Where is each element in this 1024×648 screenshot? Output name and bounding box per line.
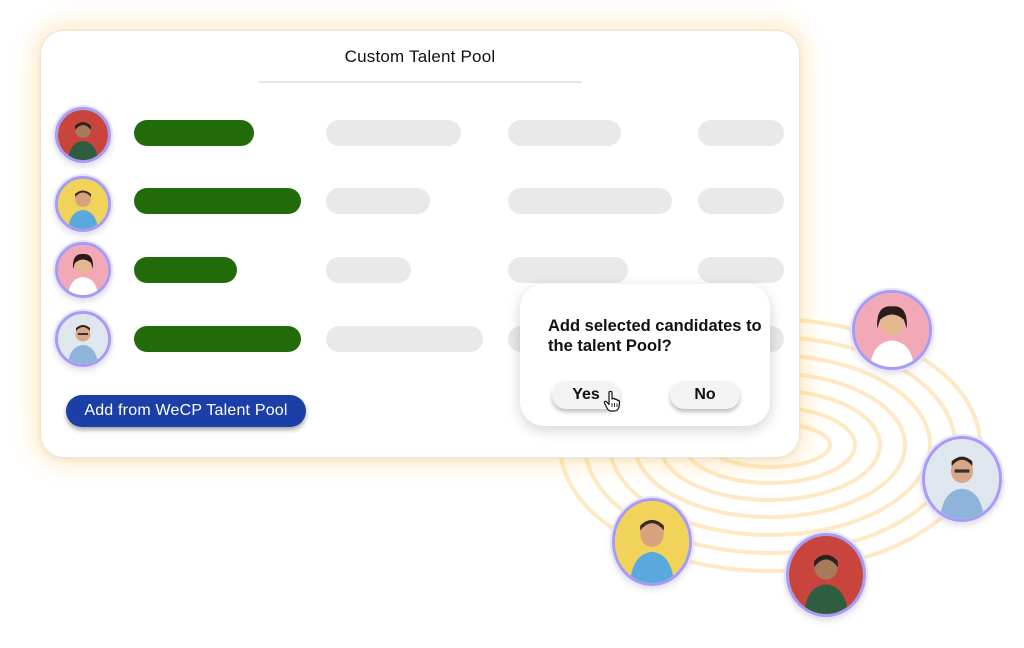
candidate-name-bar-1: [134, 120, 254, 146]
hand-pointer-icon: [603, 390, 621, 412]
card-title: Custom Talent Pool: [344, 47, 496, 66]
candidate-avatar-4[interactable]: [55, 311, 111, 367]
candidate-name-bar-3: [134, 257, 237, 283]
candidate-avatar-3[interactable]: [55, 242, 111, 298]
placeholder-bar: [326, 326, 483, 352]
candidate-avatar-2[interactable]: [55, 176, 111, 232]
placeholder-bar: [326, 120, 461, 146]
confirm-dialog: Add selected candidates to the talent Po…: [520, 284, 770, 426]
floating-avatar-man-red[interactable]: [786, 533, 866, 617]
title-divider: [259, 81, 582, 83]
add-from-talent-pool-button[interactable]: Add from WeCP Talent Pool: [66, 395, 306, 427]
placeholder-bar: [326, 257, 411, 283]
floating-avatar-man-tablet[interactable]: [922, 436, 1002, 522]
floating-avatar-man-yellow[interactable]: [612, 498, 692, 586]
dialog-question: Add selected candidates to the talent Po…: [548, 317, 762, 355]
placeholder-bar: [326, 188, 430, 214]
placeholder-bar: [508, 257, 628, 283]
floating-avatar-woman[interactable]: [852, 290, 932, 370]
no-button[interactable]: No: [670, 381, 740, 409]
placeholder-bar: [508, 120, 621, 146]
placeholder-bar: [508, 188, 672, 214]
candidate-name-bar-4: [134, 326, 301, 352]
placeholder-bar: [698, 257, 784, 283]
candidate-avatar-1[interactable]: [55, 107, 111, 163]
placeholder-bar: [698, 188, 784, 214]
placeholder-bar: [698, 120, 784, 146]
candidate-name-bar-2: [134, 188, 301, 214]
